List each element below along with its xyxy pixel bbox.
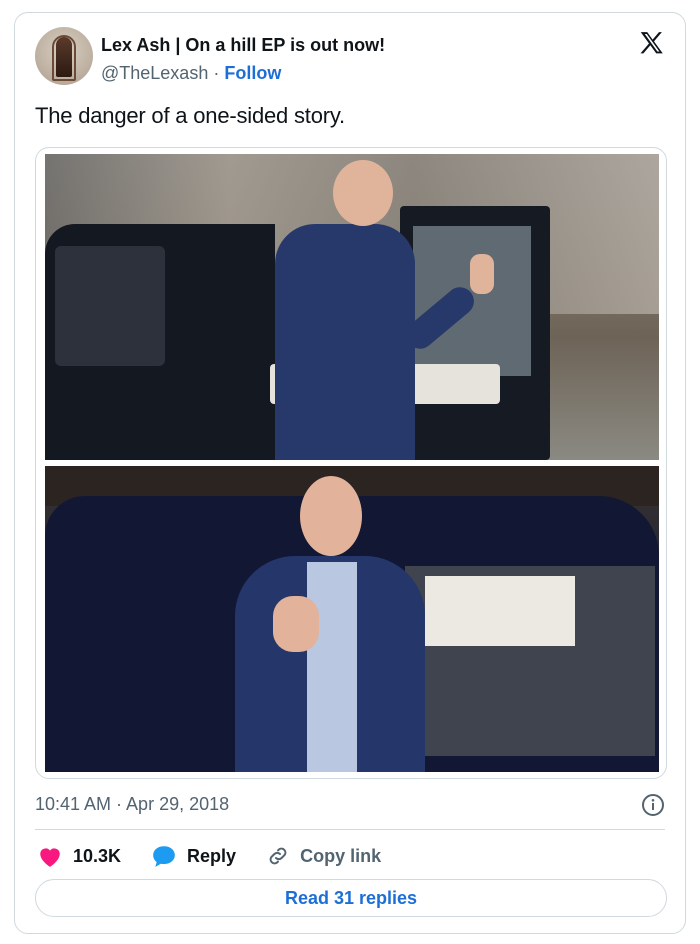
reply-label: Reply — [187, 845, 237, 866]
person-back — [275, 224, 415, 460]
action-bar: 10.3K Reply Copy link — [37, 841, 411, 871]
copy-link-button[interactable]: Copy link — [266, 844, 381, 868]
info-icon[interactable] — [641, 793, 665, 817]
reply-button[interactable]: Reply — [151, 844, 236, 868]
read-replies-button[interactable]: Read 31 replies — [35, 879, 667, 917]
photo-bottom[interactable] — [45, 466, 659, 772]
photo-top[interactable] — [45, 154, 659, 460]
person-shirt — [307, 562, 357, 772]
divider — [35, 829, 665, 830]
copy-link-label: Copy link — [300, 845, 382, 866]
follow-button[interactable]: Follow — [224, 63, 281, 83]
avatar-figure — [56, 37, 72, 77]
person-hand — [273, 596, 319, 652]
avatar[interactable] — [35, 27, 93, 85]
person-head — [300, 476, 362, 556]
tweet-timestamp[interactable]: 10:41 AM · Apr 29, 2018 — [35, 794, 229, 815]
author-display-name[interactable]: Lex Ash | On a hill EP is out now! — [101, 35, 385, 56]
tweet-text: The danger of a one-sided story. — [35, 103, 345, 128]
author-handle-row: @TheLexash · Follow — [101, 63, 281, 84]
like-count: 10.3K — [73, 845, 122, 866]
car-window-left — [55, 246, 165, 366]
author-handle[interactable]: @TheLexash — [101, 63, 208, 83]
x-logo-icon[interactable] — [637, 29, 667, 59]
media-container[interactable] — [35, 147, 667, 779]
person-head — [333, 160, 393, 226]
link-icon — [269, 847, 287, 865]
like-button[interactable]: 10.3K — [37, 844, 121, 868]
handle-separator: · — [213, 63, 220, 83]
car-interior-highlight — [425, 576, 575, 646]
reply-icon — [153, 846, 175, 867]
heart-icon — [40, 848, 60, 867]
person-hand — [470, 254, 494, 294]
tweet-card: Lex Ash | On a hill EP is out now! @TheL… — [14, 12, 686, 934]
